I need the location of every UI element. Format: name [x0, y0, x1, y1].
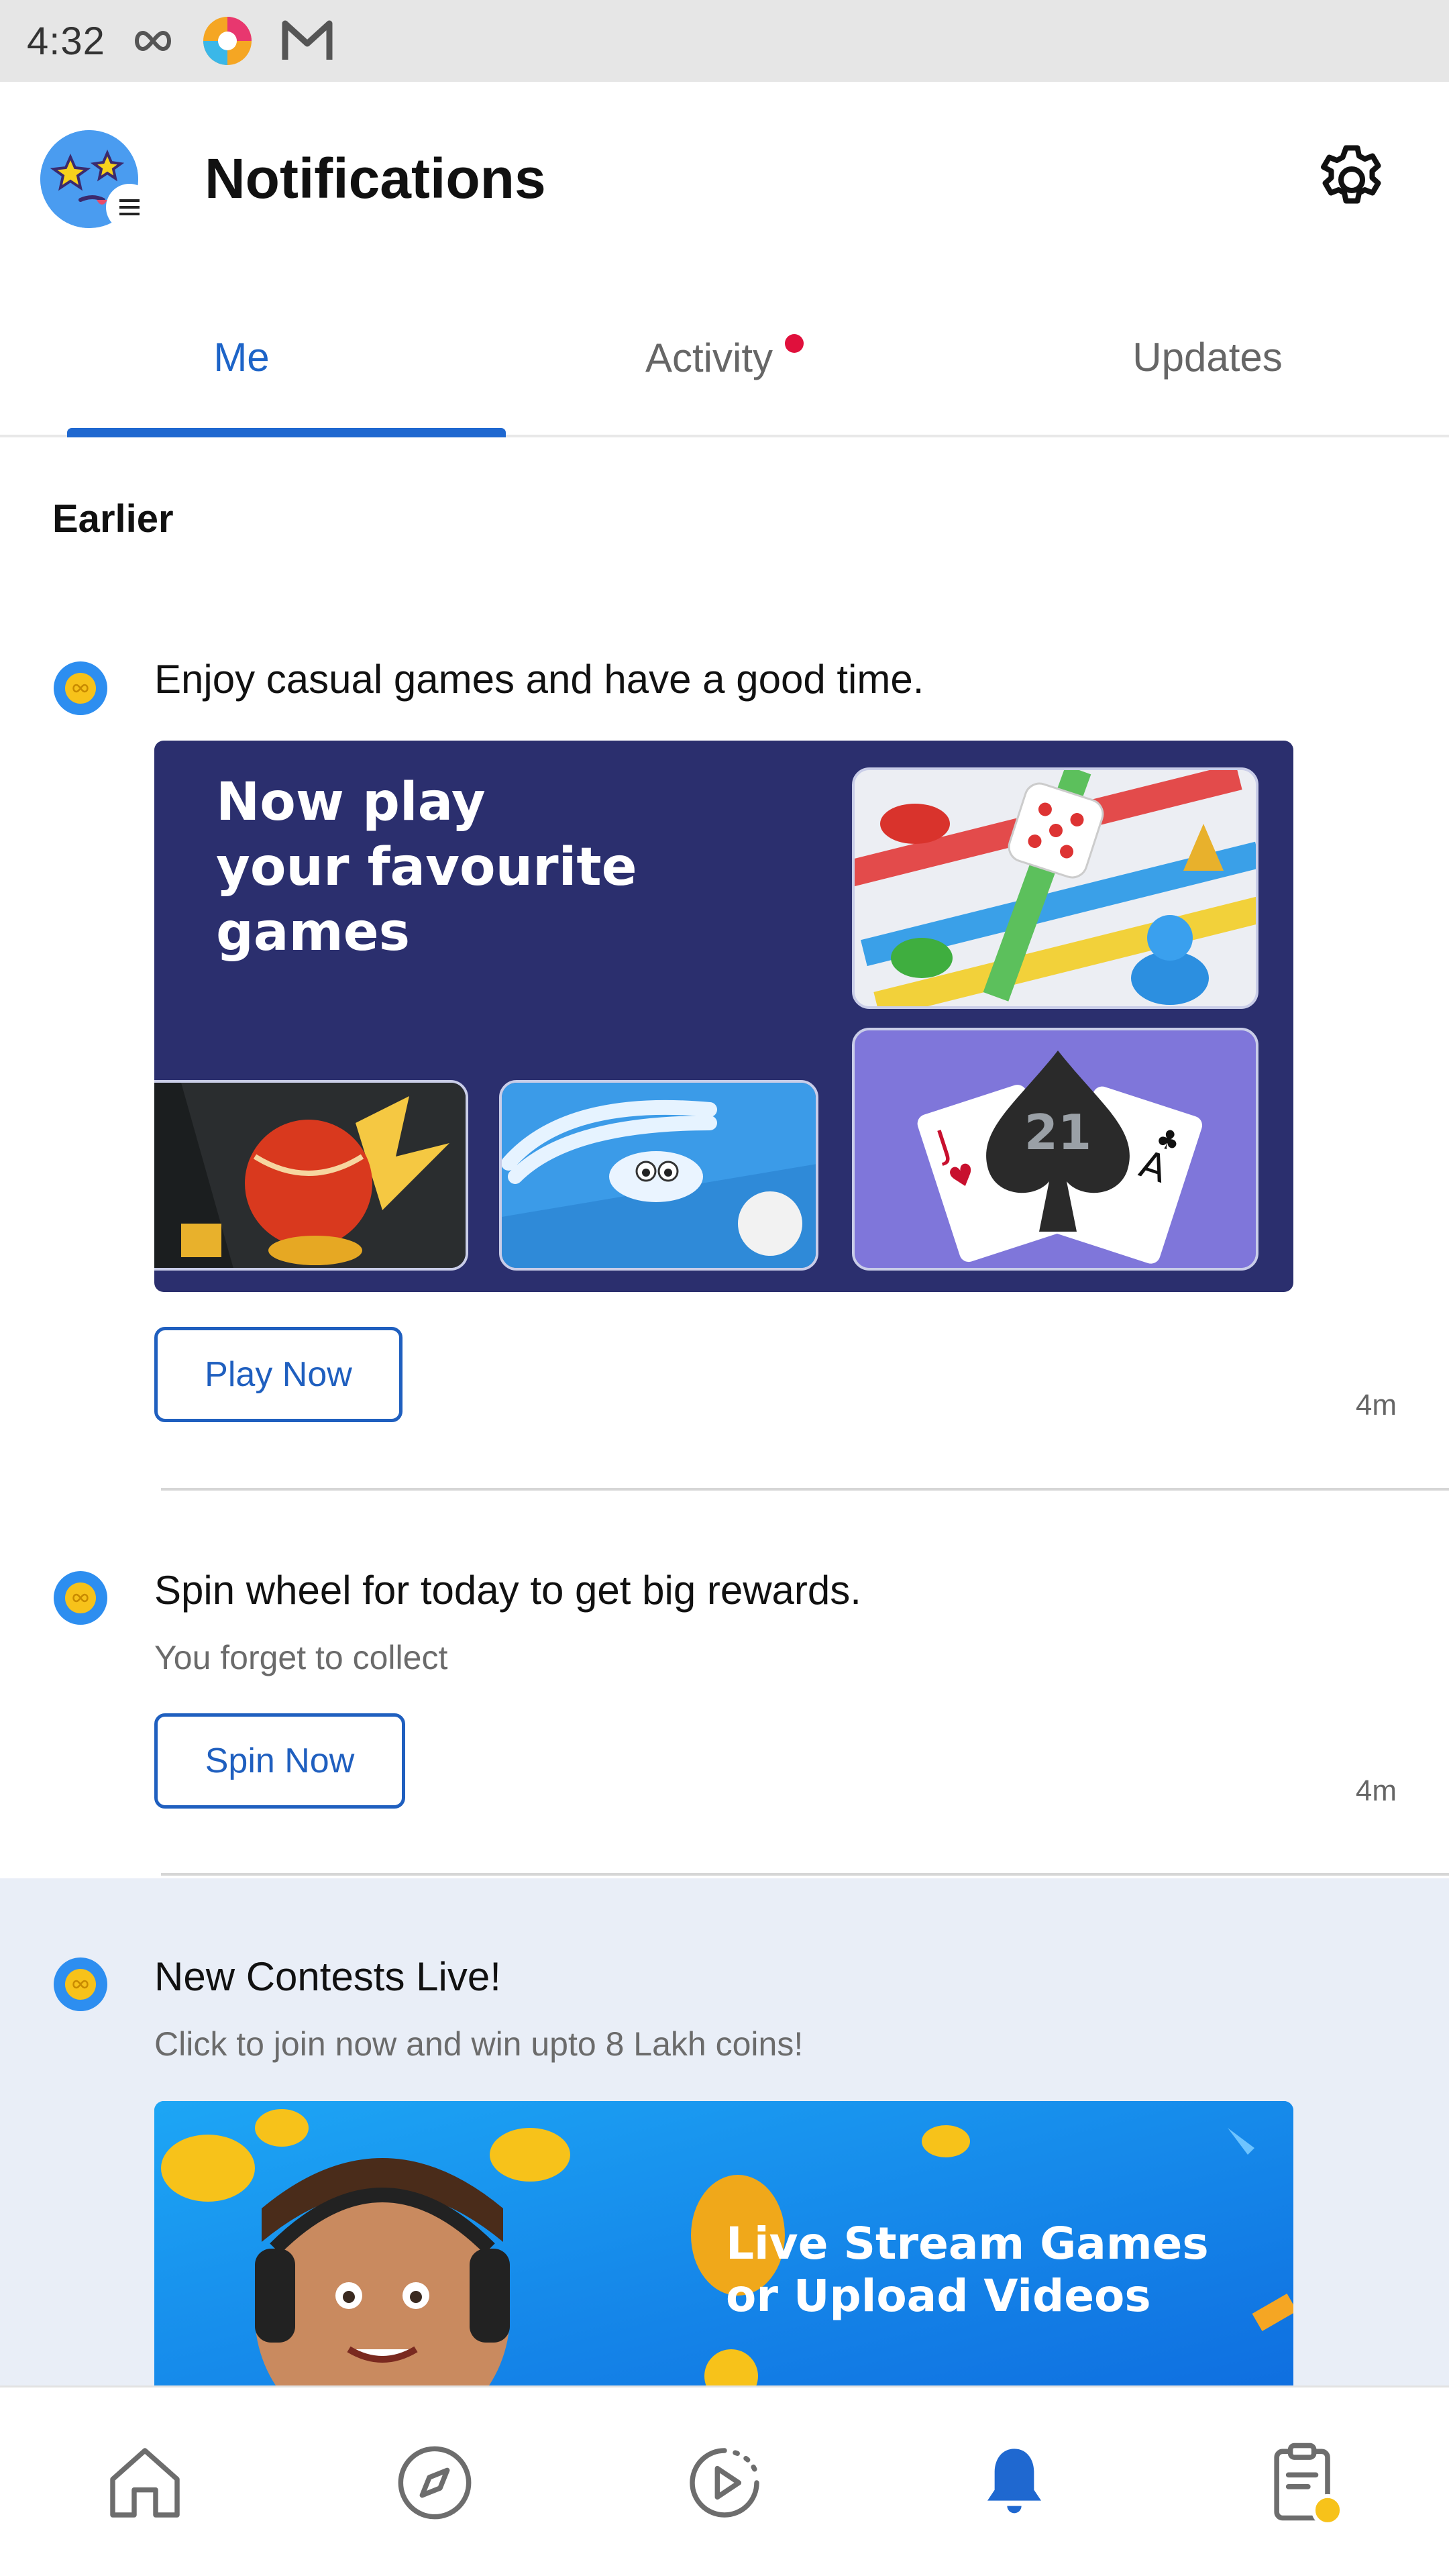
spin-now-button[interactable]: Spin Now: [154, 1713, 405, 1809]
compass-icon: [398, 2446, 472, 2520]
notification-title: Enjoy casual games and have a good time.: [154, 657, 924, 702]
section-label: Earlier: [52, 497, 174, 541]
banner-headline: Live Stream Games or Upload Videos: [726, 2218, 1209, 2322]
tab-bar: Me Activity Updates: [0, 276, 1449, 437]
coin-icon: [54, 1957, 107, 2011]
status-time: 4:32: [27, 19, 105, 63]
notification-title: Spin wheel for today to get big rewards.: [154, 1568, 861, 1613]
bottom-nav: [0, 2385, 1449, 2576]
banner-line: your favourite: [216, 837, 637, 898]
bell-icon: [987, 2449, 1041, 2514]
notification-subtitle: Click to join now and win upto 8 Lakh co…: [154, 2025, 804, 2063]
tab-activity[interactable]: Activity: [483, 276, 966, 435]
banner-line: or Upload Videos: [726, 2270, 1151, 2322]
cards-game-tile: J ♥ A ♣ 21: [852, 1028, 1258, 1271]
play-now-button[interactable]: Play Now: [154, 1327, 402, 1422]
tab-activity-label: Activity: [645, 335, 773, 380]
nav-notifications[interactable]: [869, 2387, 1159, 2576]
notification-title: New Contests Live!: [154, 1954, 501, 1999]
snake-game-tile: [499, 1080, 818, 1271]
banner-line: games: [216, 902, 411, 963]
clipboard-coin-icon: [1274, 2443, 1344, 2526]
status-bar: 4:32: [0, 0, 1449, 82]
games-banner[interactable]: Now play your favourite games J ♥ A ♣ 21: [154, 741, 1293, 1292]
tab-me[interactable]: Me: [0, 276, 483, 435]
banner-line: Live Stream Games: [726, 2218, 1209, 2269]
mail-app-icon: [281, 17, 333, 65]
tab-me-label: Me: [213, 335, 270, 380]
divider: [161, 1873, 1449, 1876]
coin-icon: [54, 1571, 107, 1625]
home-icon: [110, 2448, 180, 2518]
nav-tasks[interactable]: [1159, 2387, 1449, 2576]
divider: [161, 1488, 1449, 1491]
nav-videos[interactable]: [580, 2387, 869, 2576]
notification-time: 4m: [1355, 1774, 1397, 1807]
play-circle-icon: [690, 2448, 759, 2518]
unread-badge: [785, 334, 804, 353]
menu-icon[interactable]: [109, 186, 150, 228]
banner-headline: Now play your favourite games: [216, 770, 637, 965]
banner-line: Now play: [216, 772, 486, 833]
app-header: Notifications: [0, 82, 1449, 276]
notification-time: 4m: [1355, 1389, 1397, 1421]
ludo-game-tile: [852, 767, 1258, 1009]
page-title: Notifications: [205, 147, 546, 210]
nav-explore[interactable]: [290, 2387, 580, 2576]
tab-updates[interactable]: Updates: [966, 276, 1449, 435]
infinity-icon: [132, 28, 174, 54]
tab-updates-label: Updates: [1132, 335, 1283, 380]
notification-subtitle: You forget to collect: [154, 1639, 448, 1676]
coin-icon: [54, 661, 107, 715]
gear-icon[interactable]: [1311, 140, 1392, 220]
browser-app-icon: [201, 14, 254, 68]
card-number: 21: [1024, 1104, 1092, 1161]
live-stream-banner[interactable]: Live Stream Games or Upload Videos: [154, 2101, 1293, 2385]
cricket-game-tile: [154, 1080, 468, 1271]
tab-indicator: [67, 428, 506, 437]
nav-home[interactable]: [0, 2387, 290, 2576]
